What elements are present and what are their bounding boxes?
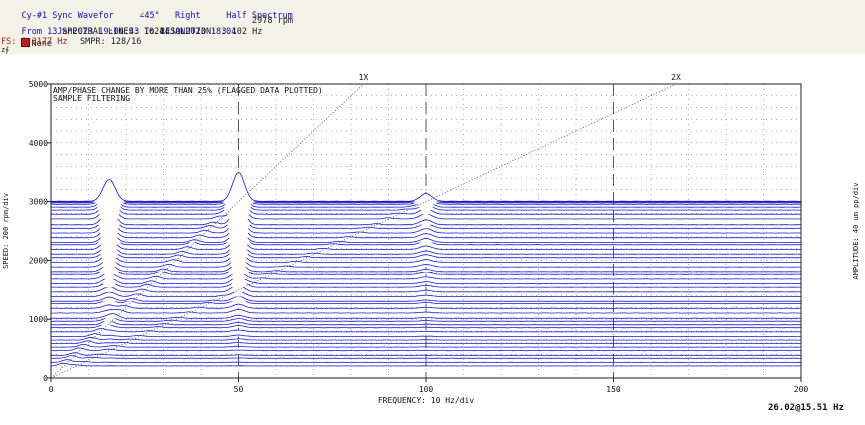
x-tick-label: 100 [419, 385, 434, 394]
y-axis-label: SPEED: 200 rpm/div [2, 193, 10, 269]
waterfall-chart: 1X 2X 0 50 100 150 200010002000300040005000 A… [2, 73, 860, 404]
x-tick-label: 50 [234, 385, 244, 394]
y-tick-label: 5000 [29, 80, 48, 89]
order-line-2x [50, 83, 677, 379]
x-axis-label: FREQUENCY: 10 Hz/div [378, 396, 475, 404]
y-tick-label: 4000 [29, 139, 48, 148]
y-tick-label: 2000 [29, 256, 48, 265]
cursor-readout: 26.02@15.51 Hz [768, 403, 844, 413]
order-label-1x: 1X [359, 73, 369, 82]
x-tick-label: 200 [794, 385, 809, 394]
fs-label: FS: 0-3177 Hz [1, 37, 68, 47]
y-tick-label: 1000 [29, 315, 48, 324]
y-tick-label: 0 [43, 374, 48, 383]
x-tick-label: 0 [49, 385, 54, 394]
plot-header: Cy-#1 Sync Wavefor ∠45° Right Half Spect… [0, 0, 865, 54]
resolution-label: RESOLUTION: 3.102 Hz [160, 27, 263, 37]
rpm-readout: 2978 rpm [252, 16, 293, 26]
order-label-2x: 2X [671, 73, 681, 82]
y-tick-label: 3000 [29, 198, 48, 207]
order-lines: 1X 2X [50, 73, 681, 379]
annotation-filtering: SAMPLE FILTERING [53, 94, 130, 103]
smpr-label: SMPR: 128/16 [80, 37, 142, 47]
spectral-lines-label: SPECTRAL LINES: 1024 [62, 27, 165, 37]
x-tick-label: 150 [606, 385, 621, 394]
y2-axis-label: AMPLITUDE: 40 um pp/div [852, 183, 860, 280]
